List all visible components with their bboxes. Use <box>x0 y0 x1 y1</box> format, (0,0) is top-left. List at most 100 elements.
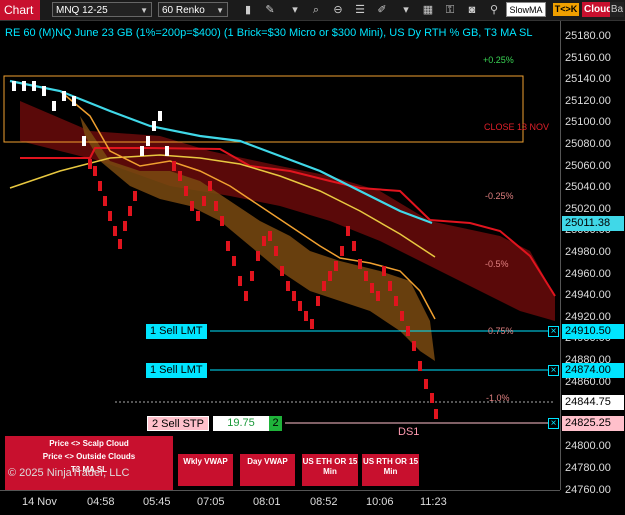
renko-brick <box>388 281 392 291</box>
lock-icon[interactable]: ⚿ <box>442 2 458 18</box>
stop-price-field[interactable]: 19.75 <box>213 416 269 431</box>
properties-icon[interactable]: ☰ <box>352 2 368 18</box>
time-label: 07:05 <box>197 496 225 508</box>
renko-brick <box>280 266 284 276</box>
renko-brick <box>113 226 117 236</box>
renko-brick <box>118 239 122 249</box>
instrument-link-tag[interactable]: Ba <box>610 2 624 17</box>
day-vwap-button[interactable]: Day VWAP <box>240 454 295 486</box>
pct-label: -0.25% <box>485 191 514 201</box>
time-label: 04:58 <box>87 496 115 508</box>
close-icon[interactable]: × <box>548 326 559 337</box>
renko-brick <box>340 246 344 256</box>
renko-brick <box>250 271 254 281</box>
price-label: 25140.00 <box>565 73 611 86</box>
interval-selector[interactable]: 60 Renko ▼ <box>158 2 228 17</box>
price-tag-order: 24874.00 <box>562 363 624 378</box>
renko-brick <box>123 221 127 231</box>
grid-icon[interactable]: ▦ <box>420 2 436 18</box>
us-rth-or-button[interactable]: US RTH OR 15 Min <box>362 454 419 486</box>
status-line: Price <> Scalp Cloud <box>49 439 129 448</box>
renko-brick <box>140 146 144 156</box>
dropdown-icon[interactable]: ▾ <box>398 2 414 18</box>
chart-panel[interactable]: RE 60 (M)NQ June 23 GB (1%=200p=$400) (1… <box>0 21 560 490</box>
copyright-text: © 2025 NinjaTrader, LLC <box>8 467 130 479</box>
renko-brick <box>220 216 224 226</box>
renko-brick <box>93 166 97 176</box>
renko-brick <box>190 201 194 211</box>
chart-menu-button[interactable]: Chart <box>0 0 40 20</box>
renko-brick <box>82 136 86 146</box>
renko-brick <box>412 341 416 351</box>
renko-brick <box>103 196 107 206</box>
renko-brick <box>316 296 320 306</box>
us-eth-or-button[interactable]: US ETH OR 15 Min <box>302 454 358 486</box>
bar-style-icon[interactable]: ▮ <box>240 2 256 18</box>
time-label: 11:23 <box>420 496 447 508</box>
price-label: 24920.00 <box>565 310 611 323</box>
renko-brick <box>418 361 422 371</box>
renko-brick <box>268 231 272 241</box>
pencil-icon[interactable]: ✎ <box>262 2 278 18</box>
renko-brick <box>262 236 266 246</box>
renko-brick <box>382 266 386 276</box>
sell-limit-order-tag[interactable]: 1 Sell LMT <box>146 363 207 378</box>
renko-brick <box>88 159 92 169</box>
price-label: 24960.00 <box>565 267 611 280</box>
link-icon[interactable]: ⚲ <box>486 2 502 18</box>
time-label: 08:01 <box>253 496 281 508</box>
pct-label: -1.0% <box>486 393 510 403</box>
price-label: 24780.00 <box>565 462 611 474</box>
ds-label: DS1 <box>398 426 420 438</box>
renko-brick <box>376 291 380 301</box>
slow-ma-button[interactable]: SlowMA <box>506 2 546 17</box>
draw-icon[interactable]: ✐ <box>374 2 390 18</box>
close-icon[interactable]: × <box>548 365 559 376</box>
weekly-vwap-button[interactable]: Wkly VWAP <box>178 454 233 486</box>
renko-brick <box>238 276 242 286</box>
renko-brick <box>226 241 230 251</box>
renko-brick <box>202 196 206 206</box>
status-line: Price <> Outside Clouds <box>42 452 136 461</box>
magnify-icon[interactable]: ⌕ <box>308 2 324 18</box>
time-label: 05:45 <box>143 496 171 508</box>
sell-stop-order-tag[interactable]: 2 Sell STP <box>147 416 209 431</box>
pct-label: -0.5% <box>485 259 509 269</box>
renko-brick <box>184 186 188 196</box>
close-label: CLOSE 13 NOV <box>484 122 550 132</box>
renko-brick <box>32 81 36 91</box>
renko-brick <box>146 136 150 146</box>
renko-brick <box>424 379 428 389</box>
instrument-selector[interactable]: MNQ 12-25 ▼ <box>52 2 152 17</box>
camera-icon[interactable]: ◙ <box>464 2 480 18</box>
template-icon[interactable]: ▾ <box>287 2 303 18</box>
price-label: 25040.00 <box>565 181 611 194</box>
renko-brick <box>394 296 398 306</box>
chevron-down-icon: ▼ <box>216 6 224 15</box>
renko-brick <box>334 261 338 271</box>
price-axis[interactable]: 24760.0024780.0024800.0024820.0024840.00… <box>560 21 625 496</box>
renko-brick <box>196 211 200 221</box>
renko-brick <box>286 281 290 291</box>
time-axis[interactable]: 14 Nov 04:58 05:45 07:05 08:01 08:52 10:… <box>0 490 560 515</box>
price-tag-fast-ma: 25011.38 <box>562 216 624 231</box>
renko-brick <box>52 101 56 111</box>
indicator-status-panel: Price <> Scalp Cloud Price <> Outside Cl… <box>5 436 173 490</box>
renko-brick <box>310 319 314 329</box>
sell-limit-order-tag[interactable]: 1 Sell LMT <box>146 324 207 339</box>
renko-brick <box>108 211 112 221</box>
stop-qty-badge[interactable]: 2 <box>269 416 282 431</box>
renko-brick <box>128 206 132 216</box>
tck-button[interactable]: T<>K <box>553 3 579 16</box>
zoom-out-icon[interactable]: ⊖ <box>330 2 346 18</box>
renko-brick <box>72 96 76 106</box>
renko-brick <box>165 146 169 156</box>
price-label: 25180.00 <box>565 30 611 42</box>
renko-brick <box>62 91 66 101</box>
renko-brick <box>98 181 102 191</box>
renko-brick <box>346 226 350 236</box>
price-label: 24980.00 <box>565 246 611 258</box>
close-icon[interactable]: × <box>548 418 559 429</box>
price-label: 25160.00 <box>565 51 611 64</box>
renko-brick <box>42 86 46 96</box>
